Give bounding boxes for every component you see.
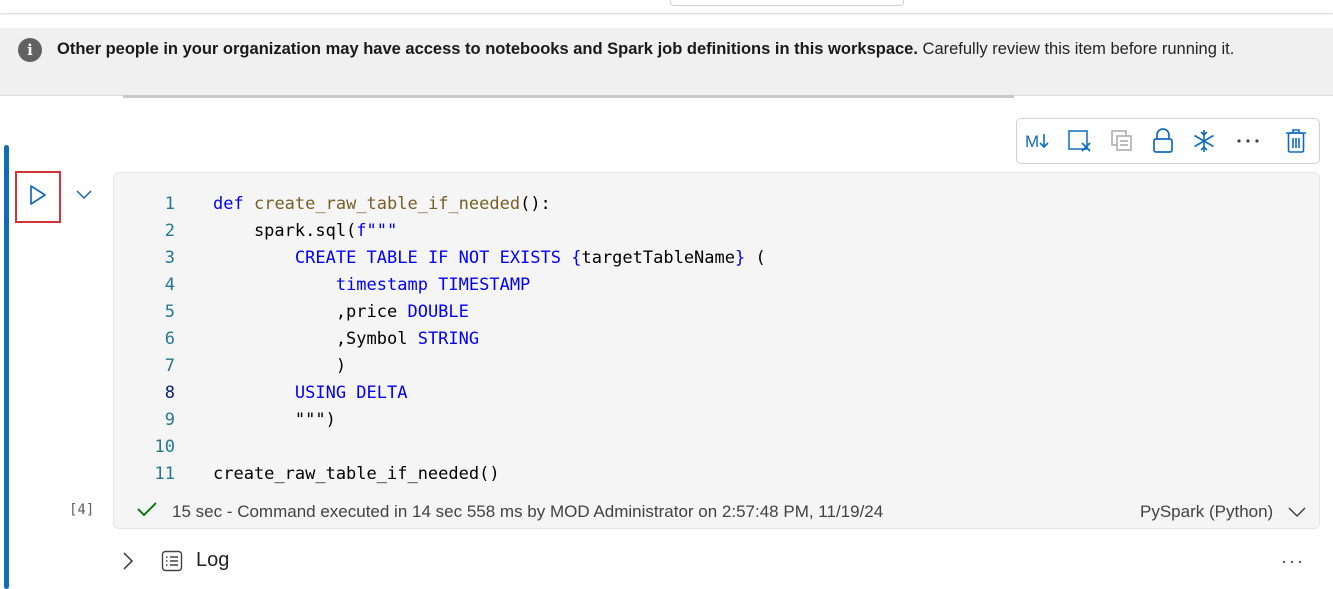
code-text: ,Symbol STRING <box>213 329 480 349</box>
line-number: 11 <box>154 464 175 484</box>
play-icon <box>30 185 46 205</box>
code-line[interactable]: 6 ,Symbol STRING <box>113 326 1313 353</box>
status-text: 15 sec - Command executed in 14 sec 558 … <box>172 502 884 521</box>
more-icon[interactable]: ··· <box>1281 551 1305 572</box>
previous-cell-edge <box>123 95 1014 98</box>
code-line[interactable]: 4 timestamp TIMESTAMP <box>113 272 1313 299</box>
code-text: USING DELTA <box>294 383 408 403</box>
header-control[interactable] <box>670 0 904 6</box>
active-cell-indicator <box>4 145 9 589</box>
line-number: 2 <box>164 221 175 241</box>
freeze-icon[interactable] <box>1189 127 1219 155</box>
code-line[interactable]: 1 def create_raw_table_if_needed(): <box>113 191 1313 218</box>
code-text: timestamp TIMESTAMP <box>335 275 531 295</box>
code-line[interactable]: 9 """) <box>113 407 1313 434</box>
chevron-down-icon <box>76 190 92 200</box>
banner-bold-text: Other people in your organization may ha… <box>57 40 918 58</box>
code-text: CREATE TABLE IF NOT EXISTS {targetTableN… <box>294 248 766 268</box>
clear-output-icon[interactable] <box>1065 127 1095 155</box>
log-section[interactable]: Log ··· <box>113 545 1333 577</box>
code-text: ) <box>213 356 347 376</box>
code-line[interactable]: 7 ) <box>113 353 1313 380</box>
line-number: 1 <box>164 194 175 214</box>
info-icon: i <box>18 38 42 62</box>
language-chevron-down-icon[interactable] <box>1287 505 1307 524</box>
lock-icon[interactable] <box>1148 127 1178 155</box>
collapse-cell-button[interactable] <box>73 185 95 205</box>
code-line[interactable]: 8 USING DELTA <box>113 380 1313 407</box>
svg-text:M: M <box>1025 132 1039 151</box>
code-line[interactable]: 5 ,price DOUBLE <box>113 299 1313 326</box>
line-number: 3 <box>164 248 175 268</box>
cell-toolbar: M <box>1016 118 1320 164</box>
banner-text: Carefully review this item before runnin… <box>917 40 1235 58</box>
code-text: ,price DOUBLE <box>213 302 469 322</box>
code-line[interactable]: 10 <box>113 434 1313 461</box>
line-number: 4 <box>164 275 175 295</box>
code-text: spark.sql(f""" <box>213 221 398 241</box>
code-line[interactable]: 11 create_raw_table_if_needed() <box>113 461 1313 488</box>
top-header-bar <box>0 0 1333 13</box>
chevron-right-icon[interactable] <box>121 551 135 576</box>
more-options-icon[interactable] <box>1233 127 1263 155</box>
security-banner: i Other people in your organization may … <box>0 28 1333 96</box>
list-icon <box>161 550 183 577</box>
language-selector[interactable]: PySpark (Python) <box>1140 500 1273 524</box>
log-label: Log <box>196 549 230 571</box>
line-number: 6 <box>164 329 175 349</box>
code-text: """) <box>213 410 336 430</box>
banner-message: Other people in your organization may ha… <box>57 37 1319 61</box>
line-number: 10 <box>154 437 175 457</box>
code-text: create_raw_table_if_needed() <box>213 464 500 484</box>
execution-status: 15 sec - Command executed in 14 sec 558 … <box>136 500 883 525</box>
line-number: 8 <box>164 383 175 403</box>
checkmark-icon <box>136 500 158 525</box>
delete-icon[interactable] <box>1281 127 1311 155</box>
line-number: 5 <box>164 302 175 322</box>
run-cell-button[interactable] <box>27 183 49 207</box>
execution-count: [4] <box>69 502 95 518</box>
line-number: 7 <box>164 356 175 376</box>
line-number: 9 <box>164 410 175 430</box>
code-line[interactable]: 2 spark.sql(f""" <box>113 218 1313 245</box>
code-line[interactable]: 3 CREATE TABLE IF NOT EXISTS {targetTabl… <box>113 245 1313 272</box>
copy-cell-icon[interactable] <box>1107 127 1137 155</box>
code-text: def create_raw_table_if_needed(): <box>213 194 551 214</box>
markdown-toggle-icon[interactable]: M <box>1023 127 1053 155</box>
